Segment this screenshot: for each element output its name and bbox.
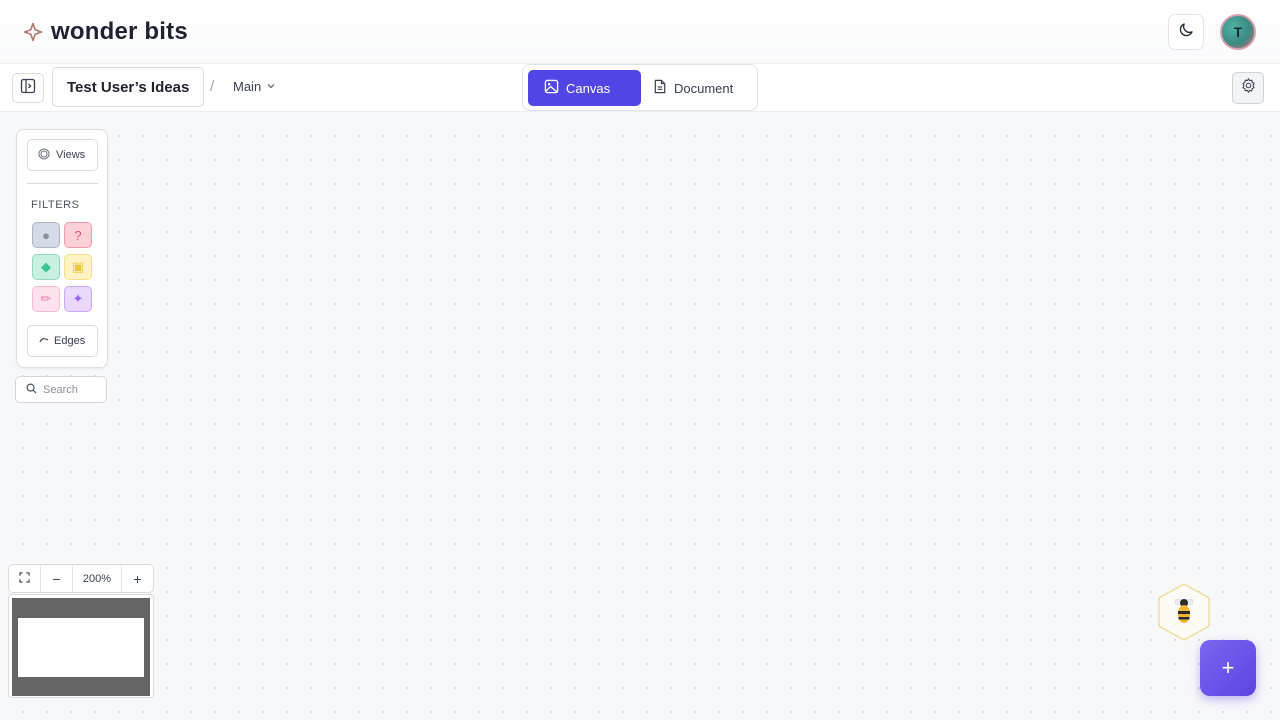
moon-icon (1177, 21, 1195, 44)
canvas-area[interactable] (0, 113, 1280, 720)
zoom-out-button[interactable]: − (41, 565, 73, 592)
filter-diamond-button[interactable]: ◆ (32, 254, 60, 280)
filter-sparkle-button[interactable]: ✦ (64, 286, 92, 312)
sparkle-icon: ✦ (72, 291, 84, 306)
zoom-controls: − 200% + (8, 564, 154, 593)
filter-square-button[interactable]: ▣ (64, 254, 92, 280)
sparkle-icon (23, 22, 43, 42)
circle-icon: ● (42, 227, 50, 243)
view-switcher: Canvas Document (522, 64, 758, 111)
add-button[interactable]: + (1200, 640, 1256, 696)
brand-name: wonder bits (51, 18, 188, 45)
brand[interactable]: wonder bits (23, 18, 188, 46)
edge-icon (39, 335, 49, 348)
user-avatar[interactable]: T (1220, 14, 1256, 50)
filter-pencil-button[interactable]: ✏ (32, 286, 60, 312)
workspace-title-button[interactable]: Test User’s Ideas (52, 67, 205, 107)
settings-button[interactable] (1232, 72, 1264, 104)
filter-question-button[interactable]: ? (64, 222, 92, 248)
breadcrumb-separator: / (210, 78, 215, 95)
theme-toggle-button[interactable] (1168, 14, 1204, 50)
filters-heading: FILTERS (31, 199, 80, 211)
search-icon (26, 381, 37, 399)
plus-icon: + (1221, 655, 1235, 680)
branch-selector[interactable]: Main (233, 79, 276, 94)
tab-canvas-label: Canvas (566, 80, 611, 96)
zoom-level: 200% (73, 565, 122, 592)
panel-divider (27, 183, 98, 184)
workspace-toolbar: Test User’s Ideas / Main Canvas Document (0, 64, 1280, 112)
branch-label: Main (233, 79, 262, 94)
diamond-icon: ◆ (41, 259, 51, 274)
filter-circle-button[interactable]: ● (32, 222, 60, 248)
square-icon: ▣ (71, 259, 85, 274)
document-icon (653, 79, 667, 97)
views-button[interactable]: Views (27, 139, 98, 171)
sidebar-panel-icon (20, 78, 36, 99)
edges-label: Edges (54, 335, 86, 347)
filter-panel: Views FILTERS ● ? ◆ ▣ ✏ ✦ Edges (16, 129, 108, 368)
sidebar-toggle-button[interactable] (12, 73, 44, 103)
zoom-in-button[interactable]: + (122, 565, 153, 592)
pencil-icon: ✏ (40, 291, 52, 306)
views-icon (38, 148, 50, 163)
chevron-down-icon (266, 79, 276, 94)
expand-icon (19, 571, 30, 586)
minimap-canvas (12, 598, 150, 696)
bee-icon (1158, 583, 1210, 641)
views-label: Views (56, 149, 86, 161)
tab-canvas[interactable]: Canvas (528, 70, 641, 106)
fit-view-button[interactable] (9, 565, 41, 592)
gear-icon (1240, 77, 1257, 99)
image-icon (544, 79, 559, 97)
app-header: wonder bits T (0, 0, 1280, 64)
minimap[interactable] (8, 594, 154, 698)
minimap-viewport[interactable] (18, 618, 144, 677)
tab-document[interactable]: Document (651, 70, 753, 106)
edges-button[interactable]: Edges (27, 325, 98, 357)
bee-assistant-button[interactable] (1156, 582, 1212, 642)
tab-document-label: Document (674, 80, 734, 96)
search-input[interactable] (43, 383, 103, 396)
question-icon: ? (74, 227, 82, 243)
search-box[interactable] (15, 376, 107, 403)
